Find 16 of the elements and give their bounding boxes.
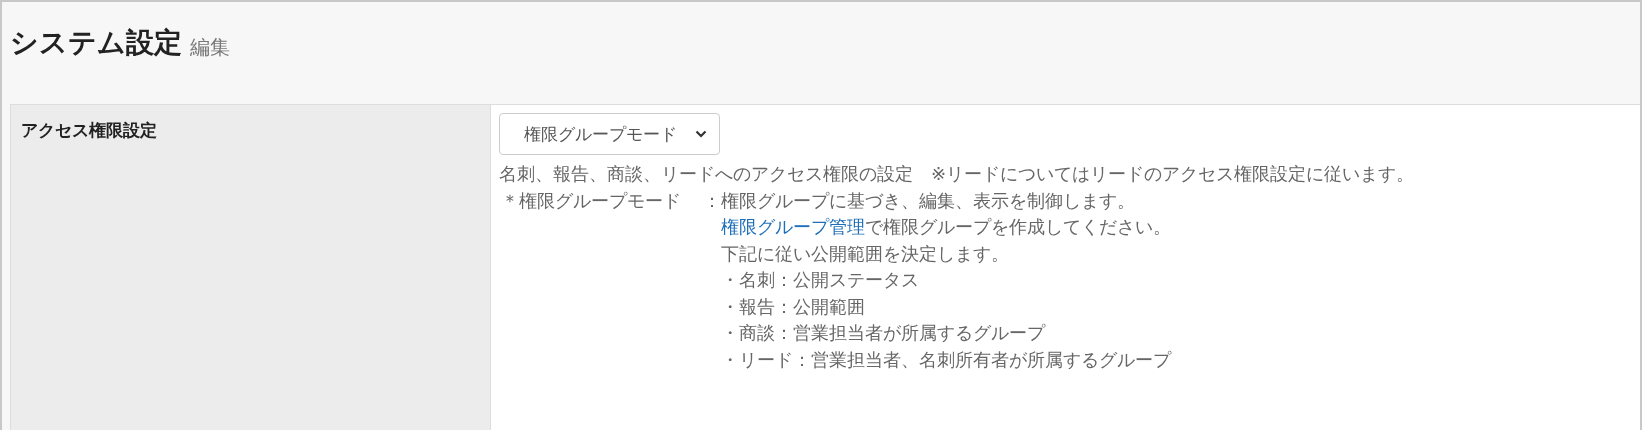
page-subtitle: 編集	[190, 34, 230, 61]
description-text: 権限グループに基づき、編集、表示を制御します。	[721, 188, 1136, 213]
group-management-link[interactable]: 権限グループ管理	[721, 216, 865, 237]
description-text: 名刺、報告、商談、リードへのアクセス権限の設定 ※リードについてはリードのアクセス権限設定に従います。	[499, 162, 1416, 186]
chevron-down-icon	[695, 130, 707, 138]
page-title: システム設定	[10, 25, 182, 61]
description-text: ・名刺：公開ステータス	[721, 268, 920, 292]
description-text: 権限グループ管理で権限グループを作成してください。	[721, 215, 1172, 239]
colon-separator: ：	[703, 188, 721, 213]
description-text: ・商談：営業担当者が所属するグループ	[721, 321, 1047, 345]
setting-label: アクセス権限設定	[10, 105, 491, 430]
mode-term: ＊権限グループモード	[500, 188, 681, 213]
mode-dropdown[interactable]: 権限グループモード	[499, 113, 720, 155]
description-text: ・リード：営業担当者、名刺所有者が所属するグループ	[721, 347, 1173, 372]
description-text: ・報告：公開範囲	[721, 294, 866, 319]
description-text: 下記に従い公開範囲を決定します。	[721, 241, 1010, 266]
